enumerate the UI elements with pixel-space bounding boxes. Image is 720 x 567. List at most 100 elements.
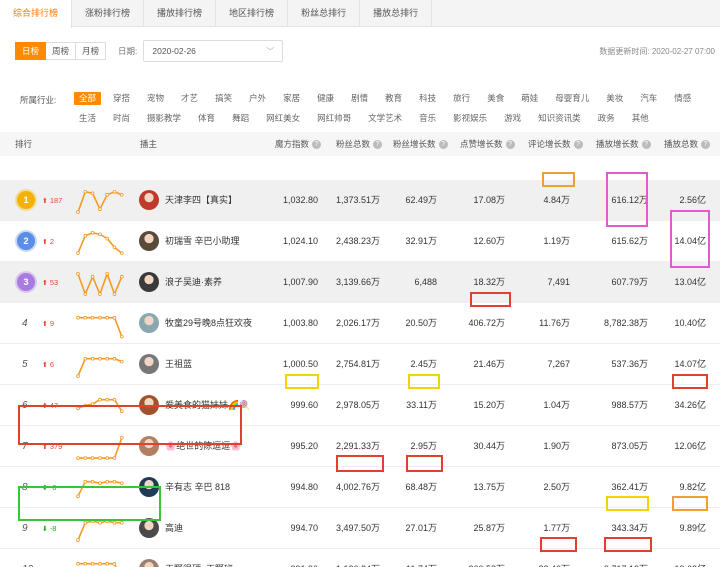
table-row[interactable]: 10 ⬆ 14 天野很硬–天野班 991.90 1,130.84万 11.74万 360.5… (0, 549, 720, 567)
sparkline-line (77, 357, 123, 377)
tab-5[interactable]: 播放总排行 (360, 0, 433, 26)
industry-tag[interactable]: 网红帅哥 (312, 112, 356, 125)
industry-tag[interactable]: 搞笑 (210, 92, 237, 105)
period-tab-1[interactable]: 周榜 (46, 42, 77, 60)
host-name[interactable]: 高迪 (165, 508, 183, 549)
sparkline-point (105, 272, 110, 276)
industry-tag[interactable]: 网红美女 (261, 112, 305, 125)
industry-tag[interactable]: 才艺 (176, 92, 203, 105)
industry-tag[interactable]: 文学艺术 (363, 112, 407, 125)
arrow-up-icon: ⬆ (42, 239, 50, 246)
avatar[interactable] (139, 272, 159, 292)
industry-tag[interactable]: 萌娃 (516, 92, 543, 105)
rank-change-value: 53 (49, 278, 59, 287)
sparkline-point (105, 561, 110, 566)
sparkline-point (112, 520, 117, 525)
industry-tag[interactable]: 情感 (669, 92, 696, 105)
industry-tag[interactable]: 其他 (627, 112, 654, 125)
avatar[interactable] (139, 354, 159, 374)
industry-tag[interactable]: 生活 (74, 112, 101, 125)
sparkline-point (90, 191, 95, 196)
header-fans-growth[interactable]: 粉丝增长数? (393, 132, 448, 156)
plays-growth: 873.05万 (611, 441, 648, 451)
industry-tag[interactable]: 宠物 (142, 92, 169, 105)
table-row[interactable]: 6 ⬆ 47 爱美食的猫妹妹🌈🍭 999.60 2,978.05万 33.11万 15.20… (0, 385, 720, 426)
industry-tag[interactable]: 政务 (593, 112, 620, 125)
header-plays-growth[interactable]: 播放增长数? (596, 132, 651, 156)
table-row[interactable]: 7 ⬆ 379 🌸绝世的陈逗逗🌸 995.20 2,291.33万 2.95万 30.44万… (0, 426, 720, 467)
host-name[interactable]: 初瑞雪 辛巴小助理 (165, 221, 240, 262)
header-comments-growth[interactable]: 评论增长数? (528, 132, 583, 156)
sparkline-point (98, 481, 102, 485)
header-fans-total[interactable]: 粉丝总数? (336, 132, 383, 156)
table-row[interactable]: 8 ⬇ -6 辛有志 辛巴 818 994.80 4,002.76万 68.48万 13.7… (0, 467, 720, 508)
plays-growth: 988.57万 (611, 400, 648, 410)
industry-tag[interactable]: 汽车 (635, 92, 662, 105)
tab-3[interactable]: 地区排行榜 (216, 0, 289, 26)
industry-tag[interactable]: 家居 (278, 92, 305, 105)
tab-0[interactable]: 综合排行榜 (0, 0, 73, 28)
date-picker[interactable]: 2020-02-26 ﹀ (143, 40, 284, 62)
sparkline-point (112, 456, 117, 460)
host-name[interactable]: 🌸绝世的陈逗逗🌸 (165, 426, 241, 467)
sparkline-point (119, 436, 124, 440)
avatar[interactable] (139, 231, 159, 251)
host-name[interactable]: 王祖蓝 (165, 344, 192, 385)
industry-tag[interactable]: 母婴育儿 (550, 92, 594, 105)
avatar[interactable] (139, 436, 159, 456)
industry-tag[interactable]: 知识资讯类 (533, 112, 586, 125)
industry-tag[interactable]: 美食 (482, 92, 509, 105)
industry-tag[interactable]: 健康 (312, 92, 339, 105)
host-name[interactable]: 天津李四【真实】 (165, 180, 237, 221)
industry-tag[interactable]: 穿搭 (108, 92, 135, 105)
table-row[interactable]: 1 ⬆ 187 天津李四【真实】 1,032.80 1,373.51万 62.49万 17.… (0, 180, 720, 221)
header-likes-growth[interactable]: 点赞增长数? (460, 132, 515, 156)
table-row[interactable]: 2 ⬆ 2 初瑞雪 辛巴小助理 1,024.10 2,438.23万 32.91万 12.6… (0, 221, 720, 262)
host-name[interactable]: 辛有志 辛巴 818 (165, 467, 230, 508)
tab-1[interactable]: 涨粉排行榜 (72, 0, 145, 26)
industry-tag[interactable]: 体育 (193, 112, 220, 125)
fans-total: 3,497.50万 (335, 523, 380, 533)
avatar[interactable] (139, 190, 159, 210)
period-tab-2[interactable]: 月榜 (76, 42, 107, 60)
industry-tag[interactable]: 教育 (380, 92, 407, 105)
rank-number: 5 (22, 359, 28, 370)
header-plays-total[interactable]: 播放总数? (664, 132, 711, 156)
sparkline-point (83, 292, 88, 296)
industry-tag[interactable]: 户外 (244, 92, 271, 105)
help-icon: ? (438, 140, 448, 150)
tab-2[interactable]: 播放排行榜 (144, 0, 217, 26)
table-row[interactable]: 5 ⬆ 6 王祖蓝 1,000.50 2,754.81万 2.45万 21.46万 7,267… (0, 344, 720, 385)
host-name[interactable]: 爱美食的猫妹妹🌈🍭 (165, 385, 250, 426)
industry-tag[interactable]: 影视娱乐 (448, 112, 492, 125)
host-name[interactable]: 浪子吴迪·素养 (165, 262, 222, 303)
industry-tag[interactable]: 科技 (414, 92, 441, 105)
sparkline-point (112, 397, 117, 402)
industry-tag[interactable]: 舞蹈 (227, 112, 254, 125)
avatar[interactable] (139, 313, 159, 333)
sparkline-point (83, 403, 88, 408)
industry-tag[interactable]: 剧情 (346, 92, 373, 105)
avatar[interactable] (139, 518, 159, 538)
sparkline-point (83, 356, 88, 361)
table-row[interactable]: 3 ⬆ 53 浪子吴迪·素养 1,007.90 3,139.66万 6,488 18.32万… (0, 262, 720, 303)
avatar[interactable] (139, 477, 159, 497)
arrow-down-icon: ⬇ (42, 485, 50, 492)
tab-4[interactable]: 粉丝总排行 (288, 0, 361, 26)
industry-tag[interactable]: 音乐 (414, 112, 441, 125)
host-name[interactable]: 天野很硬–天野班 (165, 549, 233, 567)
period-tab-0[interactable]: 日榜 (15, 42, 47, 60)
header-magic[interactable]: 魔方指数? (275, 132, 322, 156)
avatar[interactable] (139, 559, 159, 567)
industry-tag[interactable]: 摄影教学 (142, 112, 186, 125)
table-row[interactable]: 4 ⬆ 9 牧童29号晚8点狂欢夜 1,003.80 2,026.17万 20.50万 40… (0, 303, 720, 344)
table-row[interactable]: 9 ⬇ -8 高迪 994.70 3,497.50万 27.01万 25.87万 1.77万 3… (0, 508, 720, 549)
industry-tag[interactable]: 时尚 (108, 112, 135, 125)
host-name[interactable]: 牧童29号晚8点狂欢夜 (165, 303, 252, 344)
industry-tag[interactable]: 游戏 (499, 112, 526, 125)
industry-tag[interactable]: 旅行 (448, 92, 475, 105)
industry-tag[interactable]: 全部 (74, 92, 102, 105)
avatar[interactable] (139, 395, 159, 415)
industry-row-2: 生活 时尚 摄影教学 体育 舞蹈 网红美女 网红帅哥 文学艺术 音乐 影视娱乐 游戏 知识资讯类 政务其… (74, 112, 661, 125)
industry-tag[interactable]: 美妆 (601, 92, 628, 105)
